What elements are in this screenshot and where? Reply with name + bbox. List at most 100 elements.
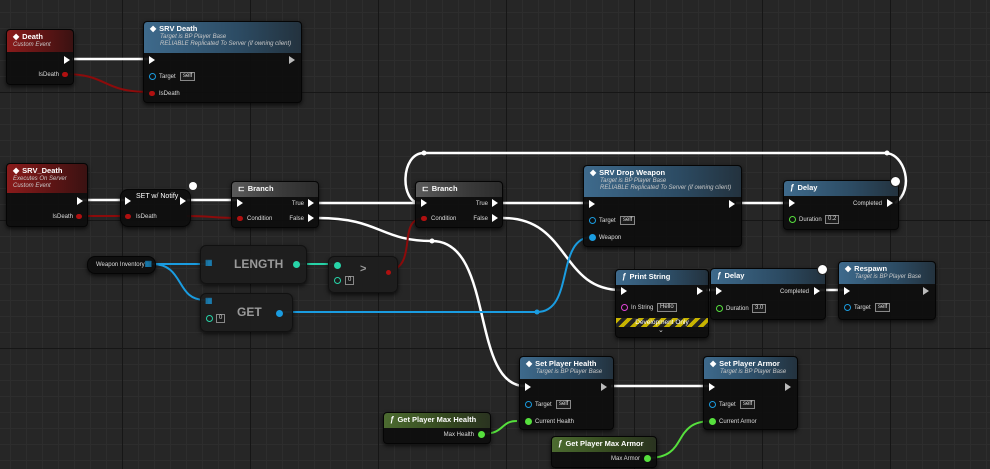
current-armor-label: Current Armor	[719, 419, 757, 425]
exec-input-pin[interactable]	[789, 199, 795, 207]
object-pin[interactable]	[149, 73, 156, 80]
branch-node[interactable]: ⊏ Branch True Condition False	[415, 181, 503, 228]
node-subtitle: RELIABLE Replicated To Server (if owning…	[600, 185, 732, 191]
bool-pin[interactable]	[237, 216, 243, 221]
in-string-value[interactable]: Hello	[657, 303, 677, 312]
float-pin[interactable]	[789, 216, 796, 223]
float-output-pin[interactable]	[644, 455, 651, 462]
exec-output-pin[interactable]	[785, 383, 791, 391]
node-title: Set Player Armor	[719, 359, 780, 368]
branch-icon: ⊏	[422, 184, 429, 193]
event-icon: ◆	[13, 166, 20, 175]
weapon-pin[interactable]	[589, 234, 596, 241]
int-input-pin[interactable]	[206, 315, 213, 322]
exec-input-pin[interactable]	[149, 56, 155, 64]
exec-input-pin[interactable]	[421, 199, 427, 207]
bool-pin[interactable]	[62, 72, 68, 77]
exec-input-pin[interactable]	[716, 287, 722, 295]
int-output-pin[interactable]	[293, 261, 300, 268]
object-output-pin[interactable]	[276, 310, 283, 317]
duration-value[interactable]: 0.2	[825, 215, 840, 224]
duration-value[interactable]: 3.0	[752, 304, 767, 313]
array-pin-icon[interactable]: ▦	[144, 260, 152, 268]
bool-pin[interactable]	[421, 216, 427, 221]
bool-pin[interactable]	[125, 214, 131, 219]
target-value[interactable]: self	[740, 400, 756, 409]
target-value[interactable]: self	[875, 303, 891, 312]
delay-node[interactable]: ƒ Delay Completed Duration 0.2	[783, 180, 899, 230]
string-pin[interactable]	[621, 304, 628, 311]
array-pin-icon[interactable]: ▦	[205, 259, 213, 267]
object-pin[interactable]	[709, 401, 716, 408]
exec-true-pin[interactable]	[308, 199, 314, 207]
int-input-pin[interactable]	[334, 262, 341, 269]
exec-output-pin[interactable]	[697, 287, 703, 295]
set-notify-node[interactable]: SET w/ Notify IsDeath	[120, 189, 191, 227]
weapon-inventory-variable[interactable]: Weapon Inventory ▦	[87, 256, 156, 274]
int-input-pin[interactable]	[334, 277, 341, 284]
condition-label: Condition	[247, 216, 273, 222]
float-pin[interactable]	[709, 418, 716, 425]
length-node[interactable]: LENGTH ▦	[200, 245, 307, 284]
function-icon: ƒ	[558, 439, 563, 448]
completed-label: Completed	[852, 201, 882, 207]
index-value[interactable]: 0	[216, 314, 226, 323]
false-label: False	[289, 216, 304, 222]
float-pin[interactable]	[525, 418, 532, 425]
exec-output-pin[interactable]	[289, 56, 295, 64]
expand-chevron-icon[interactable]: ⌄	[658, 327, 664, 335]
bool-pin[interactable]	[149, 91, 155, 96]
death-event-node[interactable]: ◆ Death Custom Event IsDeath	[6, 29, 74, 85]
exec-output-pin[interactable]	[814, 287, 820, 295]
exec-true-pin[interactable]	[492, 199, 498, 207]
set-player-health-node[interactable]: ◆ Set Player Health Target is BP Player Ba…	[519, 356, 614, 430]
object-pin[interactable]	[525, 401, 532, 408]
exec-output-pin[interactable]	[729, 200, 735, 208]
exec-input-pin[interactable]	[621, 287, 627, 295]
exec-output-pin[interactable]	[180, 197, 186, 205]
false-label: False	[473, 216, 488, 222]
target-value[interactable]: self	[556, 400, 572, 409]
exec-input-pin[interactable]	[589, 200, 595, 208]
exec-output-pin[interactable]	[887, 199, 893, 207]
target-value[interactable]: self	[180, 72, 196, 81]
set-player-armor-node[interactable]: ◆ Set Player Armor Target is BP Player Bas…	[703, 356, 798, 430]
exec-input-pin[interactable]	[525, 383, 531, 391]
get-node[interactable]: GET ▦ 0	[200, 293, 293, 332]
branch-node[interactable]: ⊏ Branch True Condition False	[231, 181, 319, 228]
object-pin[interactable]	[844, 304, 851, 311]
exec-false-pin[interactable]	[308, 214, 314, 222]
exec-input-pin[interactable]	[237, 199, 243, 207]
greater-node[interactable]: 0 >	[328, 256, 398, 293]
delay-node[interactable]: ƒ Delay Completed Duration 3.0	[710, 268, 826, 320]
max-armor-label: Max Armor	[610, 456, 640, 462]
print-string-node[interactable]: ƒ Print String In String Hello Developmen…	[615, 269, 709, 338]
exec-output-pin[interactable]	[64, 56, 70, 64]
exec-input-pin[interactable]	[709, 383, 715, 391]
duration-label: Duration	[726, 306, 749, 312]
exec-output-pin[interactable]	[77, 197, 83, 205]
float-pin[interactable]	[716, 305, 723, 312]
exec-false-pin[interactable]	[492, 214, 498, 222]
respawn-node[interactable]: ◆ Respawn Target is BP Player Base Target …	[838, 261, 936, 320]
bool-pin[interactable]	[76, 214, 82, 219]
target-label: Target	[159, 74, 176, 80]
exec-output-pin[interactable]	[601, 383, 607, 391]
get-max-armor-node[interactable]: ƒ Get Player Max Armor Max Armor	[551, 436, 657, 468]
srv-drop-weapon-node[interactable]: ◆ SRV Drop Weapon Target is BP Player Base…	[583, 165, 742, 247]
array-pin-icon[interactable]: ▦	[205, 297, 213, 305]
srv-death-call-node[interactable]: ◆ SRV Death Target is BP Player Base RELIAB…	[143, 21, 302, 103]
variable-label: Weapon Inventory	[96, 262, 145, 268]
exec-input-pin[interactable]	[125, 197, 131, 205]
target-value[interactable]: self	[620, 216, 636, 225]
object-pin[interactable]	[589, 217, 596, 224]
float-output-pin[interactable]	[478, 431, 485, 438]
exec-output-pin[interactable]	[923, 287, 929, 295]
max-health-label: Max Health	[443, 432, 474, 438]
target-label: Target	[854, 305, 871, 311]
compare-value[interactable]: 0	[345, 276, 355, 285]
get-max-health-node[interactable]: ƒ Get Player Max Health Max Health	[383, 412, 491, 444]
srv-death-event-node[interactable]: ◆ SRV_Death Executes On Server Custom Event…	[6, 163, 88, 227]
bool-output-pin[interactable]	[386, 270, 391, 275]
exec-input-pin[interactable]	[844, 287, 850, 295]
